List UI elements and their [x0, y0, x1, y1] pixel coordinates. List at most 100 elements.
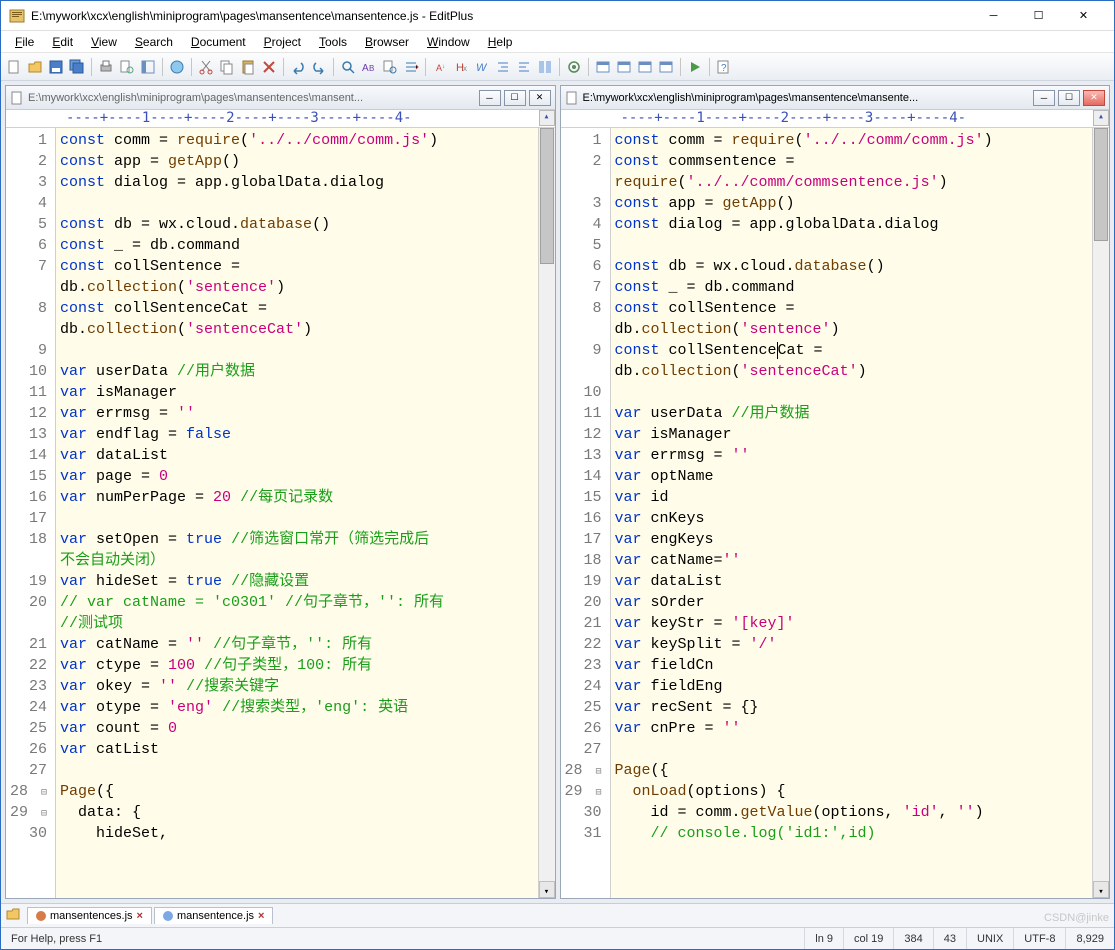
- svg-text:?: ?: [721, 63, 727, 74]
- paste-icon[interactable]: [239, 58, 257, 76]
- menu-project[interactable]: Project: [256, 33, 309, 51]
- find-icon[interactable]: [339, 58, 357, 76]
- svg-text:W: W: [476, 62, 488, 74]
- word-wrap-icon[interactable]: W: [473, 58, 491, 76]
- window-controls: ─ ☐ ✕: [971, 2, 1106, 30]
- highlight-icon[interactable]: Hx: [452, 58, 470, 76]
- status-line: ln 9: [805, 928, 844, 949]
- replace-icon[interactable]: AB: [360, 58, 378, 76]
- outdent-icon[interactable]: [515, 58, 533, 76]
- pane-left-path: E:\mywork\xcx\english\miniprogram\pages\…: [28, 92, 475, 104]
- menu-window[interactable]: Window: [419, 33, 478, 51]
- save-icon[interactable]: [47, 58, 65, 76]
- pane-right-minimize[interactable]: ─: [1033, 90, 1055, 106]
- pane-left-minimize[interactable]: ─: [479, 90, 501, 106]
- window2-icon[interactable]: [615, 58, 633, 76]
- tab-close-icon[interactable]: ×: [258, 910, 264, 922]
- window-title: E:\mywork\xcx\english\miniprogram\pages\…: [31, 9, 971, 23]
- print-preview-icon[interactable]: [118, 58, 136, 76]
- folder-icon[interactable]: [5, 906, 21, 925]
- font-small-icon[interactable]: A↓: [431, 58, 449, 76]
- menu-help[interactable]: Help: [480, 33, 521, 51]
- scroll-down-right[interactable]: ▾: [1093, 881, 1109, 898]
- indent-icon[interactable]: [494, 58, 512, 76]
- code-area-left[interactable]: 1234567891011121314151617181920212223242…: [6, 128, 555, 898]
- status-eol: UNIX: [967, 928, 1014, 949]
- status-lines: 384: [894, 928, 933, 949]
- pane-right-maximize[interactable]: ☐: [1058, 90, 1080, 106]
- open-file-icon[interactable]: [26, 58, 44, 76]
- pane-left-close[interactable]: ✕: [529, 90, 551, 106]
- scroll-up-right[interactable]: ▴: [1093, 110, 1109, 126]
- pane-right-path: E:\mywork\xcx\english\miniprogram\pages\…: [583, 92, 1030, 104]
- menu-browser[interactable]: Browser: [357, 33, 417, 51]
- vscroll-right[interactable]: ▾: [1092, 128, 1109, 898]
- menu-search[interactable]: Search: [127, 33, 181, 51]
- status-sel: 43: [934, 928, 967, 949]
- ruler-left: ----+----1----+----2----+----3----+----4…: [6, 110, 555, 128]
- gutter-right: 1234567891011121314151617181920212223242…: [561, 128, 611, 898]
- new-file-icon[interactable]: [5, 58, 23, 76]
- pane-left-maximize[interactable]: ☐: [504, 90, 526, 106]
- find-in-files-icon[interactable]: [381, 58, 399, 76]
- goto-line-icon[interactable]: [402, 58, 420, 76]
- copy-icon[interactable]: [218, 58, 236, 76]
- menu-document[interactable]: Document: [183, 33, 254, 51]
- gutter-left: 1234567891011121314151617181920212223242…: [6, 128, 56, 898]
- undo-icon[interactable]: [289, 58, 307, 76]
- scroll-down-left[interactable]: ▾: [539, 881, 555, 898]
- browser-icon[interactable]: [168, 58, 186, 76]
- tab-close-icon[interactable]: ×: [137, 910, 143, 922]
- svg-text:↓: ↓: [442, 64, 445, 70]
- tab-mansentences[interactable]: mansentences.js×: [27, 907, 152, 924]
- settings-icon[interactable]: [565, 58, 583, 76]
- redo-icon[interactable]: [310, 58, 328, 76]
- modified-dot-icon: [36, 911, 46, 921]
- workspace: E:\mywork\xcx\english\miniprogram\pages\…: [1, 81, 1114, 903]
- pane-left-titlebar[interactable]: E:\mywork\xcx\english\miniprogram\pages\…: [6, 86, 555, 110]
- menu-bar: File Edit View Search Document Project T…: [1, 31, 1114, 53]
- window-titlebar: E:\mywork\xcx\english\miniprogram\pages\…: [1, 1, 1114, 31]
- menu-view[interactable]: View: [83, 33, 125, 51]
- scroll-up-left[interactable]: ▴: [539, 110, 555, 126]
- maximize-button[interactable]: ☐: [1016, 2, 1061, 30]
- app-icon: [9, 8, 25, 24]
- print-icon[interactable]: [97, 58, 115, 76]
- toolbar: AB A↓ Hx W ?: [1, 53, 1114, 81]
- file-icon: [565, 91, 579, 105]
- document-tabs: mansentences.js× mansentence.js×: [1, 903, 1114, 927]
- svg-text:B: B: [369, 64, 374, 73]
- delete-icon[interactable]: [260, 58, 278, 76]
- pane-right-close[interactable]: ✕: [1083, 90, 1105, 106]
- file-dot-icon: [163, 911, 173, 921]
- toggle-panel-icon[interactable]: [139, 58, 157, 76]
- status-enc: UTF-8: [1014, 928, 1066, 949]
- code-left[interactable]: const comm = require('../../comm/comm.js…: [56, 128, 538, 898]
- window3-icon[interactable]: [636, 58, 654, 76]
- menu-tools[interactable]: Tools: [311, 33, 355, 51]
- status-help: For Help, press F1: [1, 928, 805, 949]
- menu-edit[interactable]: Edit: [44, 33, 81, 51]
- close-button[interactable]: ✕: [1061, 2, 1106, 30]
- editor-pane-right: E:\mywork\xcx\english\miniprogram\pages\…: [560, 85, 1111, 899]
- cut-icon[interactable]: [197, 58, 215, 76]
- svg-text:x: x: [463, 64, 467, 73]
- status-bar: For Help, press F1 ln 9 col 19 384 43 UN…: [1, 927, 1114, 949]
- code-right[interactable]: const comm = require('../../comm/comm.js…: [611, 128, 1093, 898]
- ruler-right: ----+----1----+----2----+----3----+----4…: [561, 110, 1110, 128]
- menu-file[interactable]: File: [7, 33, 42, 51]
- vscroll-left[interactable]: ▾: [538, 128, 555, 898]
- pane-right-titlebar[interactable]: E:\mywork\xcx\english\miniprogram\pages\…: [561, 86, 1110, 110]
- code-area-right[interactable]: 1234567891011121314151617181920212223242…: [561, 128, 1110, 898]
- status-size: 8,929: [1066, 928, 1114, 949]
- tab-mansentence[interactable]: mansentence.js×: [154, 907, 273, 924]
- status-col: col 19: [844, 928, 894, 949]
- window1-icon[interactable]: [594, 58, 612, 76]
- svg-text:A: A: [362, 63, 369, 74]
- window4-icon[interactable]: [657, 58, 675, 76]
- help-icon[interactable]: ?: [715, 58, 733, 76]
- save-all-icon[interactable]: [68, 58, 86, 76]
- run-icon[interactable]: [686, 58, 704, 76]
- minimize-button[interactable]: ─: [971, 2, 1016, 30]
- column-select-icon[interactable]: [536, 58, 554, 76]
